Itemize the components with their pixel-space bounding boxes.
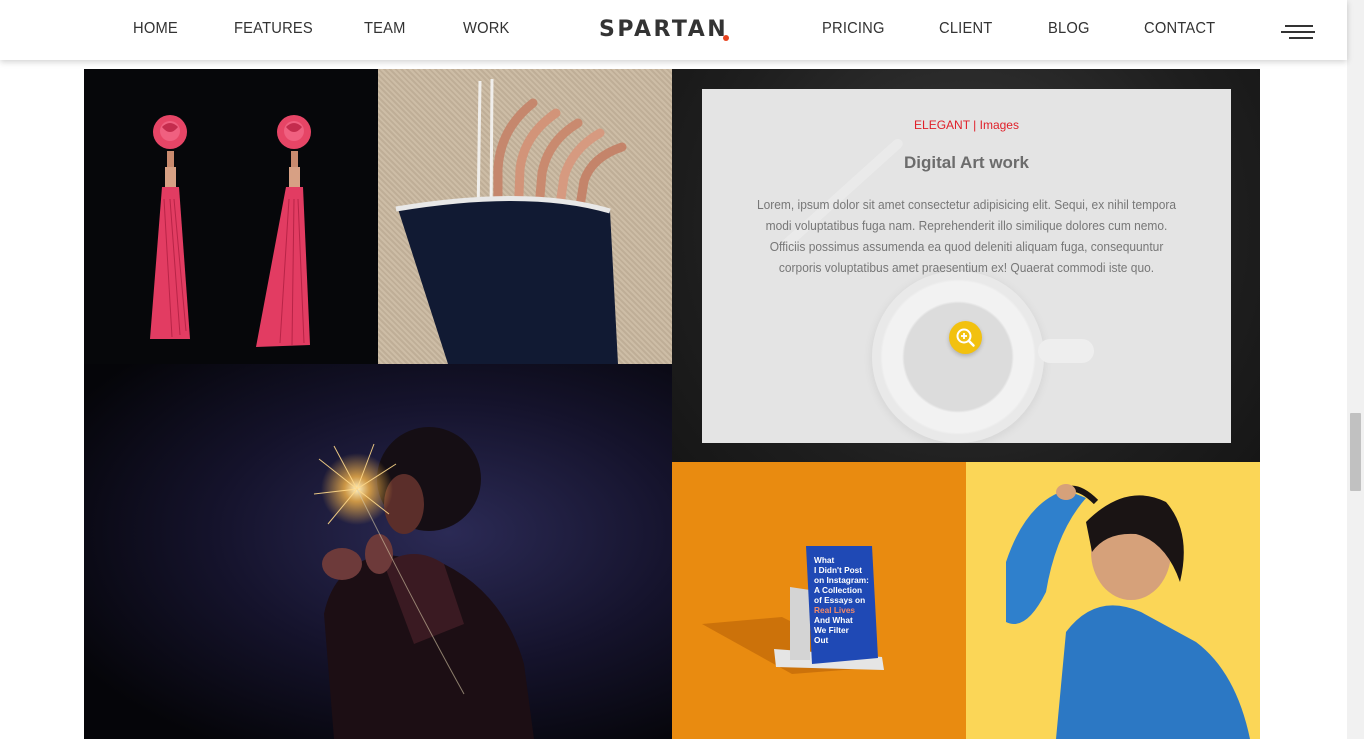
brand-logo[interactable]: SPARTAN <box>599 17 728 42</box>
nav-link-features[interactable]: FEATURES <box>234 20 313 38</box>
nav-link-home[interactable]: HOME <box>133 20 178 38</box>
nav-link-client[interactable]: CLIENT <box>939 20 992 38</box>
book-on-stand-image[interactable]: What I Didn't Post on Instagram: A Colle… <box>672 462 966 739</box>
brand-logo-dot <box>723 35 729 41</box>
hamburger-menu-icon[interactable] <box>1281 22 1315 40</box>
book-title-line: on Instagram: <box>814 575 869 585</box>
book-title-line: of Essays on <box>814 595 865 605</box>
book-title-line: And What <box>814 615 853 625</box>
coffee-cup-graphic <box>872 271 1044 443</box>
sparkler-portrait-image[interactable] <box>84 364 672 739</box>
scrollbar-thumb[interactable] <box>1350 413 1361 491</box>
book-title-line: We Filter <box>814 625 850 635</box>
portfolio-description: Lorem, ipsum dolor sit amet consectetur … <box>756 197 1177 275</box>
book-title-line: Real Lives <box>814 605 855 615</box>
book-title-line: I Didn't Post <box>814 565 862 575</box>
portfolio-title: Digital Art work <box>904 153 1029 172</box>
portfolio-hover-overlay: ELEGANT | Images Digital Art work Lorem,… <box>702 89 1231 443</box>
site-header: HOME FEATURES TEAM WORK SPARTAN PRICING … <box>0 0 1347 60</box>
pink-tassel-earrings-image[interactable] <box>84 69 378 364</box>
coffee-cup-handle-graphic <box>1038 339 1094 363</box>
book-title-line: Out <box>814 635 829 645</box>
denim-jacket-woman-image[interactable] <box>966 462 1260 739</box>
nav-link-pricing[interactable]: PRICING <box>822 20 885 38</box>
nav-link-contact[interactable]: CONTACT <box>1144 20 1215 38</box>
zoom-in-button[interactable] <box>949 321 982 354</box>
nav-link-team[interactable]: TEAM <box>364 20 406 38</box>
zoom-in-icon <box>956 328 975 347</box>
book-title-line: What <box>814 555 835 565</box>
nav-link-blog[interactable]: BLOG <box>1048 20 1090 38</box>
digital-art-feature-tile[interactable]: ELEGANT | Images Digital Art work Lorem,… <box>672 69 1260 462</box>
nav-link-work[interactable]: WORK <box>463 20 510 38</box>
metal-straws-pouch-image[interactable] <box>378 69 672 364</box>
book-title-line: A Collection <box>814 585 862 595</box>
page-scrollbar[interactable] <box>1347 0 1364 739</box>
portfolio-category[interactable]: ELEGANT | Images <box>702 118 1231 132</box>
